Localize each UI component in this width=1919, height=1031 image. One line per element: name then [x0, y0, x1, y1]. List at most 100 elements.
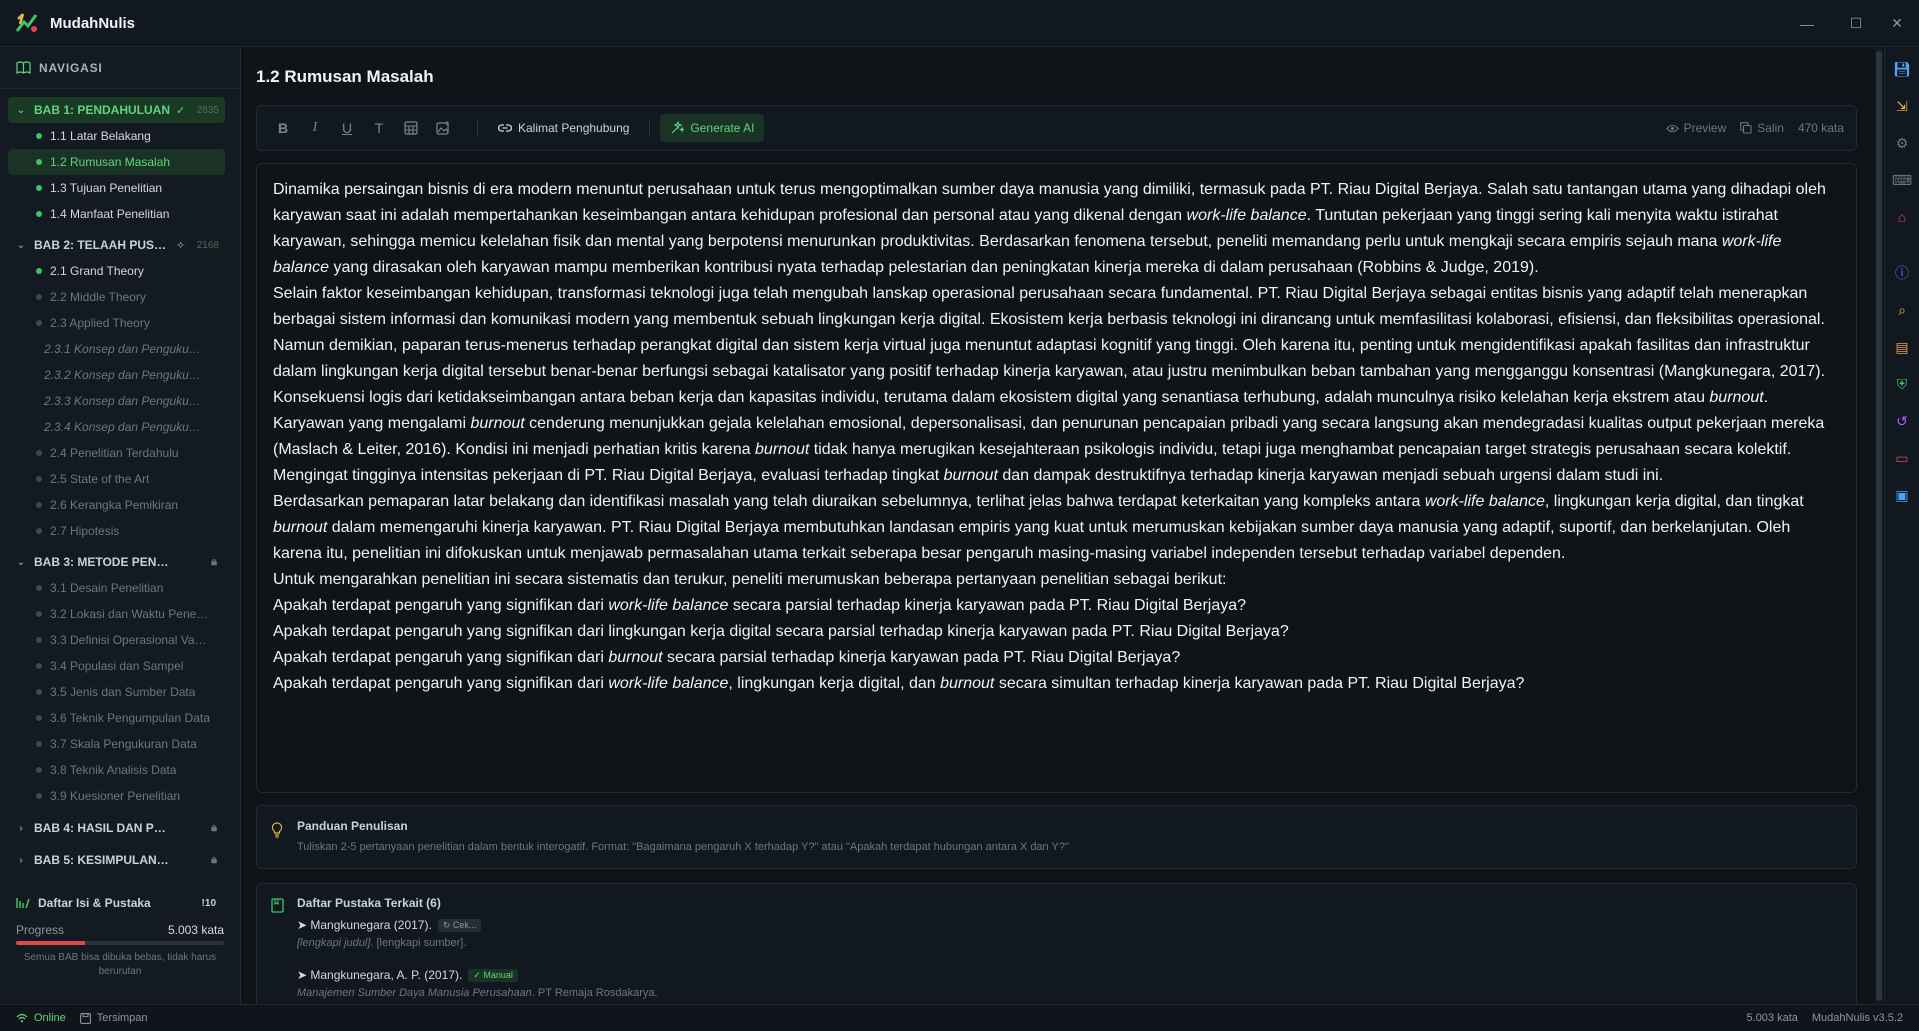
save-icon[interactable]: 💾︎ [1893, 60, 1911, 78]
section-item[interactable]: 3.3 Definisi Operasional Variabel [8, 627, 225, 653]
section-item[interactable]: 2.6 Kerangka Pemikiran [8, 492, 225, 518]
history-icon[interactable]: ↺ [1893, 412, 1911, 430]
progress-fill [16, 941, 85, 945]
copy-button[interactable]: Salin [1740, 121, 1784, 135]
progress-section: Progress 5.003 kata Semua BAB bisa dibuk… [0, 917, 240, 979]
section-item[interactable]: 2.7 Hipotesis [8, 518, 225, 544]
toolbar-divider [649, 119, 651, 137]
app-logo-icon [15, 13, 38, 32]
chapter-title: BAB 4: HASIL DAN PEMBAHASAN [34, 821, 170, 835]
section-item[interactable]: 1.4 Manfaat Penelitian [8, 201, 225, 227]
settings-icon[interactable]: ⚙ [1893, 134, 1911, 152]
connector-button[interactable]: Kalimat Penghubung [488, 114, 639, 142]
section-item[interactable]: 2.4 Penelitian Terdahulu [8, 440, 225, 466]
status-dot [36, 793, 42, 799]
sidebar: NAVIGASI ⌄ BAB 1: PENDAHULUAN ✓ 2835 1.1 Lat… [0, 47, 241, 1004]
lock-icon: 🔒︎ [211, 853, 217, 866]
section-title: 2.5 State of the Art [50, 472, 150, 486]
text-icon: T [374, 120, 384, 136]
status-dot [36, 715, 42, 721]
section-item[interactable]: 3.6 Teknik Pengumpulan Data [8, 705, 225, 731]
section-item[interactable]: 2.1 Grand Theory [8, 258, 225, 284]
table-button[interactable] [395, 112, 427, 144]
status-dot [36, 689, 42, 695]
keyboard-icon[interactable]: ⌨ [1892, 171, 1912, 189]
section-item[interactable]: 1.2 Rumusan Masalah [8, 149, 225, 175]
maximize-button[interactable]: ☐ [1834, 0, 1878, 47]
progress-label: Progress [16, 923, 65, 937]
scrollbar-thumb[interactable] [1876, 51, 1882, 1001]
chapter-title: BAB 1: PENDAHULUAN [34, 103, 170, 117]
image-button[interactable] [427, 112, 459, 144]
chapter-item[interactable]: › BAB 4: HASIL DAN PEMBAHASAN 🔒︎ [8, 815, 225, 841]
word-count: 470 kata [1797, 121, 1844, 135]
minimize-button[interactable]: — [1785, 0, 1829, 47]
chapter-item[interactable]: ⌄ BAB 2: TELAAH PUSTAKA ✧ 2168 [8, 232, 225, 258]
section-item[interactable]: 2.5 State of the Art [8, 466, 225, 492]
section-item[interactable]: 3.8 Teknik Analisis Data [8, 757, 225, 783]
copy-label: Salin [1757, 121, 1784, 135]
main-panel: 1.2 Rumusan Masalah B I U T Kalimat Peng… [242, 47, 1875, 1013]
editor-toolbar: B I U T Kalimat Penghubung Generate AI P… [256, 105, 1857, 151]
chevron-right-icon: › [19, 822, 23, 834]
export-icon[interactable]: ⇲ [1893, 97, 1911, 115]
connector-label: Kalimat Penghubung [518, 121, 630, 135]
editor-paragraph: Selain faktor keseimbangan kehidupan, tr… [273, 285, 1826, 380]
briefcase-icon[interactable]: ▣ [1893, 486, 1911, 504]
section-item[interactable]: 3.9 Kuesioner Penelitian [8, 783, 225, 809]
online-status: Online [16, 1012, 66, 1024]
section-title: 1.2 Rumusan Masalah [50, 155, 171, 169]
close-button[interactable]: ✕ [1875, 0, 1919, 47]
section-item[interactable]: 3.4 Populasi dan Sampel [8, 653, 225, 679]
table-icon [404, 121, 418, 135]
chapter-word-count: 2835 [196, 104, 219, 116]
text-style-button[interactable]: T [363, 112, 395, 144]
section-item[interactable]: 2.2 Middle Theory [8, 284, 225, 310]
clipboard-icon[interactable]: ▭ [1893, 449, 1911, 467]
sidebar-heading-label: NAVIGASI [39, 60, 103, 75]
home-icon[interactable]: ⌂ [1893, 208, 1911, 226]
reference-name: Mangkunegara, A. P. (2017). [310, 968, 463, 982]
section-item[interactable]: 3.7 Skala Pengukuran Data [8, 731, 225, 757]
section-title: 3.7 Skala Pengukuran Data [50, 737, 197, 751]
section-item[interactable]: 3.2 Lokasi dan Waktu Penelitian [8, 601, 225, 627]
section-title: 2.3.3 Konsep dan Pengukuran [44, 394, 204, 408]
chapter-item[interactable]: › BAB 5: KESIMPULAN DAN SARAN 🔒︎ [8, 847, 225, 873]
section-item[interactable]: 2.3.2 Konsep dan Pengukuran [8, 362, 225, 388]
section-item[interactable]: 2.3.4 Konsep dan Pengukuran [8, 414, 225, 440]
section-item[interactable]: 3.5 Jenis dan Sumber Data [8, 679, 225, 705]
search-icon[interactable]: ⌕ [1893, 301, 1911, 319]
reference-item[interactable]: ➤ Mangkunegara (2017). ↻ Cek... [lengkapi … [297, 918, 482, 949]
section-item[interactable]: 2.3.1 Konsep dan Pengukuran [8, 336, 225, 362]
status-dot [36, 637, 42, 643]
chapter-item[interactable]: ⌄ BAB 3: METODE PENELITIAN 🔒︎ [8, 549, 225, 575]
info-icon[interactable]: ⓘ [1893, 264, 1911, 282]
section-item[interactable]: 1.3 Tujuan Penelitian [8, 175, 225, 201]
shield-check-icon[interactable]: ⛨ [1893, 375, 1911, 393]
section-item[interactable]: 2.3.3 Konsep dan Pengukuran [8, 388, 225, 414]
toc-link[interactable]: Daftar Isi & Pustaka !10 [0, 889, 240, 917]
main-scrollbar[interactable] [1875, 47, 1883, 1004]
status-dot [36, 528, 42, 534]
section-title: 1.1 Latar Belakang [50, 129, 151, 143]
editor-paragraph: Apakah terdapat pengaruh yang signifikan… [273, 597, 1247, 614]
progress-note: Semua BAB bisa dibuka bebas, tidak harus… [23, 952, 217, 977]
book-icon[interactable]: ▤ [1893, 338, 1911, 356]
section-item[interactable]: 1.1 Latar Belakang [8, 123, 225, 149]
bold-button[interactable]: B [267, 112, 299, 144]
status-dot [36, 476, 42, 482]
status-dot [36, 211, 42, 217]
section-item[interactable]: 2.3 Applied Theory [8, 310, 225, 336]
reference-item[interactable]: ➤ Mangkunegara, A. P. (2017). ✓ Manual Man… [297, 968, 658, 999]
section-title: 3.6 Teknik Pengumpulan Data [50, 711, 210, 725]
app-name: MudahNulis [50, 14, 135, 32]
editor-paragraph: Apakah terdapat pengaruh yang signifikan… [273, 623, 1289, 640]
chapter-item[interactable]: ⌄ BAB 1: PENDAHULUAN ✓ 2835 [8, 97, 225, 123]
underline-button[interactable]: U [331, 112, 363, 144]
editor-content[interactable]: Dinamika persaingan bisnis di era modern… [256, 163, 1857, 793]
generate-ai-button[interactable]: Generate AI [660, 114, 765, 142]
italic-button[interactable]: I [299, 112, 331, 144]
preview-button[interactable]: Preview [1665, 121, 1726, 135]
section-title: 3.1 Desain Penelitian [50, 581, 164, 595]
section-item[interactable]: 3.1 Desain Penelitian [8, 575, 225, 601]
